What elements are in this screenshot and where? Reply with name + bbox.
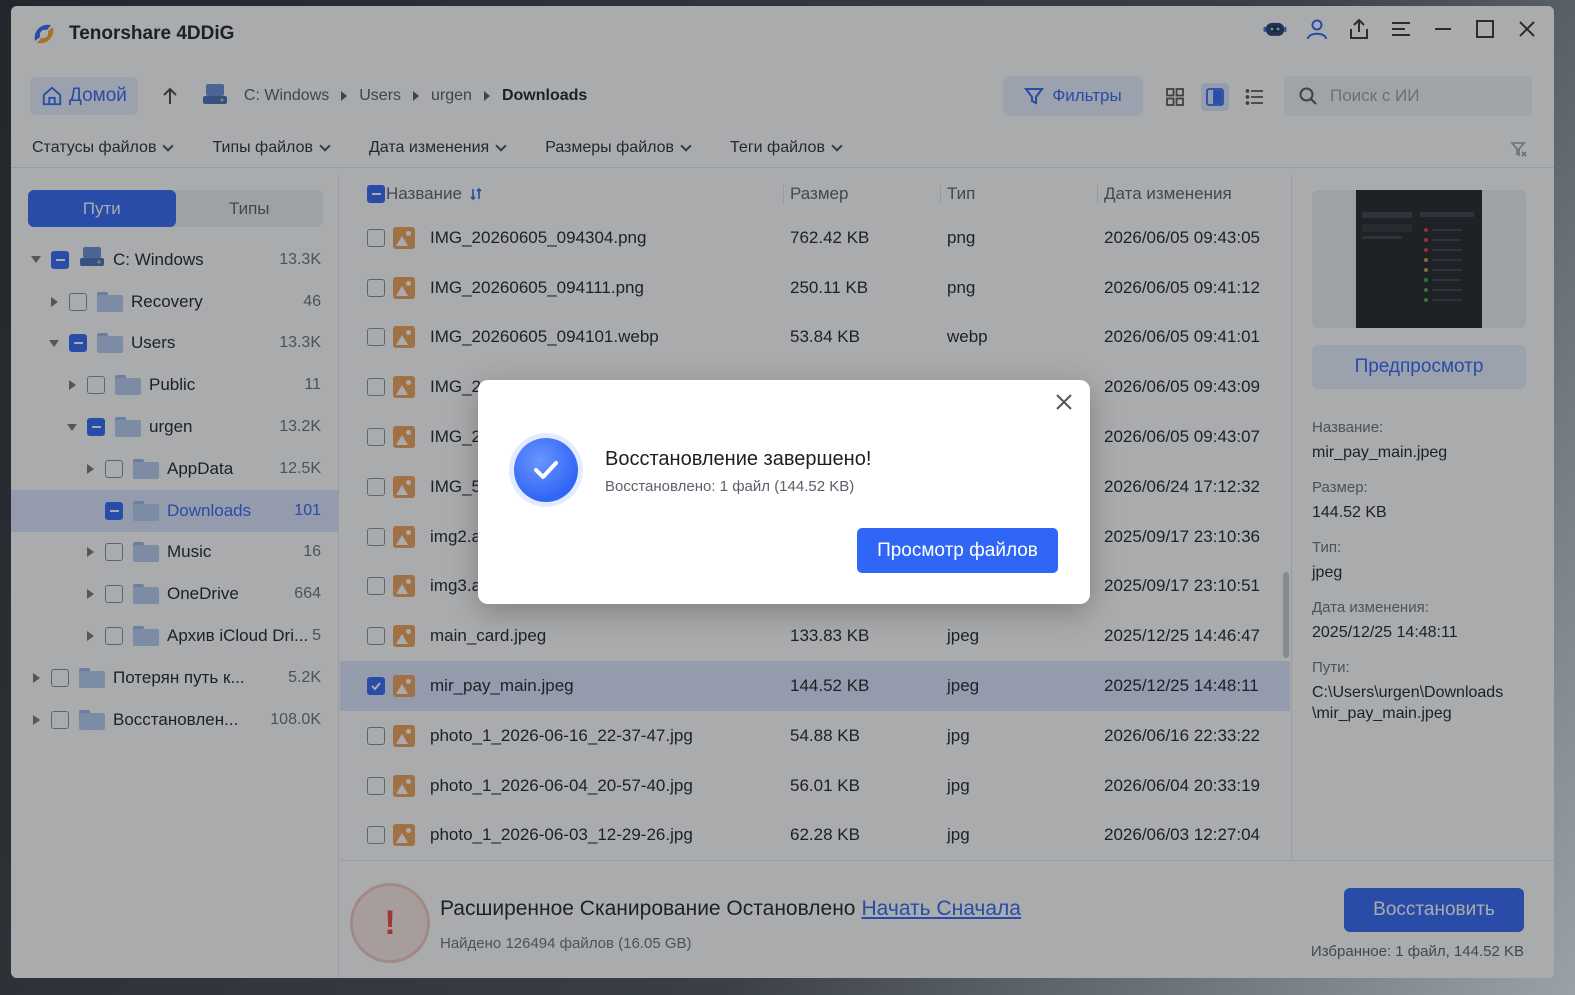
recovery-complete-dialog: Восстановление завершено! Восстановлено:… — [478, 380, 1090, 604]
success-check-icon — [514, 438, 578, 502]
dialog-subtitle: Восстановлено: 1 файл (144.52 KB) — [605, 478, 855, 495]
dialog-title: Восстановление завершено! — [605, 448, 872, 470]
close-dialog-icon[interactable] — [1054, 392, 1074, 412]
view-files-button[interactable]: Просмотр файлов — [857, 528, 1058, 573]
